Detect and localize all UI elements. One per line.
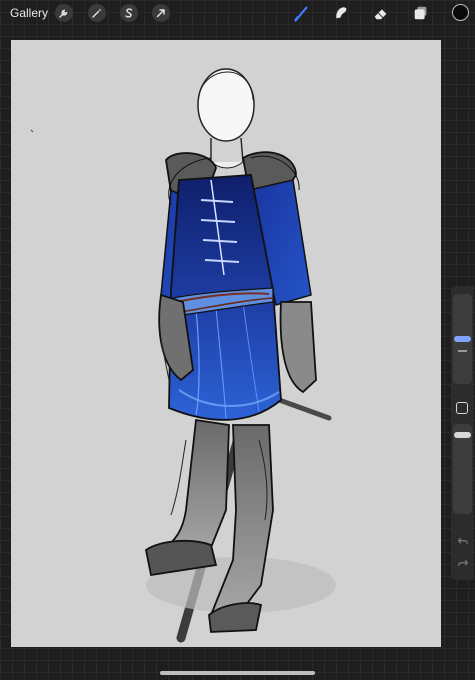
top-toolbar: Gallery — [0, 0, 475, 26]
home-indicator[interactable] — [160, 671, 315, 675]
eraser-icon[interactable] — [370, 3, 392, 23]
smudge-icon[interactable] — [330, 3, 352, 23]
redo-icon — [457, 559, 468, 566]
opacity-handle[interactable] — [454, 432, 471, 438]
brush-icon[interactable] — [291, 3, 313, 23]
wrench-icon[interactable] — [55, 4, 73, 22]
gallery-button[interactable]: Gallery — [10, 6, 48, 20]
modify-button[interactable] — [456, 402, 468, 414]
undo-button[interactable] — [454, 534, 471, 550]
opacity-slider[interactable] — [453, 424, 472, 514]
transform-arrow-icon[interactable] — [152, 4, 170, 22]
layers-icon[interactable] — [410, 3, 432, 23]
brush-size-slider[interactable] — [453, 294, 472, 384]
undo-icon — [457, 537, 468, 544]
magic-wand-icon[interactable] — [88, 4, 106, 22]
slider-notch — [458, 350, 467, 352]
drawing-canvas[interactable] — [11, 40, 441, 647]
brush-size-handle[interactable] — [454, 336, 471, 342]
redo-button[interactable] — [454, 556, 471, 572]
character-sketch — [30, 68, 336, 643]
sidebar-panel — [451, 286, 474, 580]
color-picker-swatch[interactable] — [452, 4, 469, 21]
selection-s-icon[interactable] — [120, 4, 138, 22]
